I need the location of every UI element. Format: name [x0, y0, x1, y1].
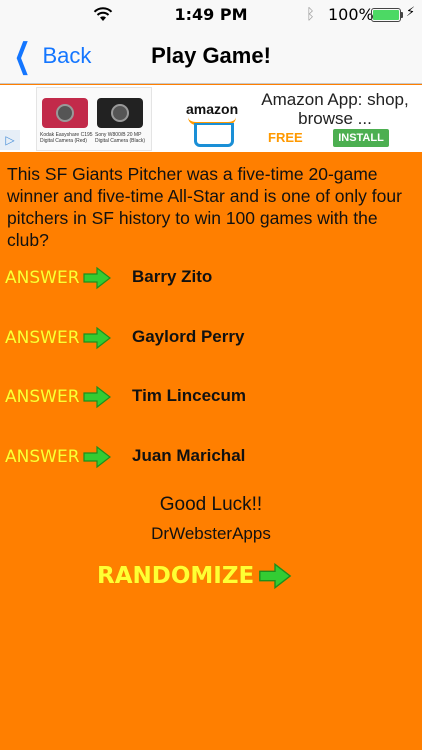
good-luck-text: Good Luck!! [159, 494, 263, 515]
black-camera-image [97, 98, 143, 128]
answer-button-label: ANSWER [5, 268, 80, 288]
green-arrow-icon [82, 445, 111, 469]
shopping-cart-icon [194, 123, 234, 147]
answer-button-label: ANSWER [5, 328, 80, 348]
randomize-label: RANDOMIZE [97, 563, 255, 589]
developer-credit: DrWebsterApps [151, 524, 271, 543]
answer-text: Barry Zito [132, 267, 213, 286]
ad-product-image[interactable]: Kodak Easyshare C195 Digital Camera (Red… [36, 87, 152, 151]
answer-text: Tim Lincecum [132, 386, 246, 405]
question-text: This SF Giants Pitcher was a five-time 2… [7, 164, 402, 250]
green-arrow-icon [82, 385, 111, 409]
green-arrow-icon [82, 266, 111, 290]
install-button[interactable]: INSTALL [333, 129, 389, 147]
answer-button[interactable]: ANSWER [5, 326, 112, 350]
answer-row: ANSWER Gaylord Perry [5, 323, 244, 353]
ad-price: FREE [268, 130, 303, 145]
red-camera-image [42, 98, 88, 128]
battery-icon [371, 8, 401, 22]
green-arrow-icon [259, 562, 292, 590]
answer-button[interactable]: ANSWER [5, 385, 112, 409]
answer-button[interactable]: ANSWER [5, 445, 112, 469]
adchoices-icon[interactable]: ▷ [0, 130, 20, 150]
page-title: Play Game! [151, 43, 271, 68]
product-caption-right: Sony W800/B 20 MP Digital Camera (Black) [95, 132, 146, 144]
randomize-button[interactable]: RANDOMIZE [97, 562, 293, 590]
ad-banner[interactable]: ▷ Kodak Easyshare C195 Digital Camera (R… [0, 85, 422, 152]
charging-bolt-icon: ⚡ [406, 5, 416, 20]
product-caption-left: Kodak Easyshare C195 Digital Camera (Red… [40, 132, 93, 144]
battery-tip [401, 12, 403, 18]
status-bar: 1:49 PM ᛒ 100% ⚡ [0, 0, 422, 30]
answer-button[interactable]: ANSWER [5, 266, 112, 290]
green-arrow-icon [82, 326, 111, 350]
answer-button-label: ANSWER [5, 387, 80, 407]
navigation-bar: ❮ Back Play Game! [0, 30, 422, 84]
answer-row: ANSWER Tim Lincecum [5, 382, 246, 412]
amazon-logo[interactable]: amazon [180, 87, 246, 151]
answer-row: ANSWER Juan Marichal [5, 442, 245, 472]
answer-text: Gaylord Perry [132, 327, 245, 346]
answer-text: Juan Marichal [132, 446, 246, 465]
battery-percent: 100% [328, 5, 374, 24]
answer-row: ANSWER Barry Zito [5, 263, 212, 293]
bluetooth-icon: ᛒ [306, 5, 316, 23]
amazon-logo-text: amazon [186, 101, 239, 117]
answer-button-label: ANSWER [5, 447, 80, 467]
ad-title[interactable]: Amazon App: shop, browse ... [252, 90, 418, 128]
